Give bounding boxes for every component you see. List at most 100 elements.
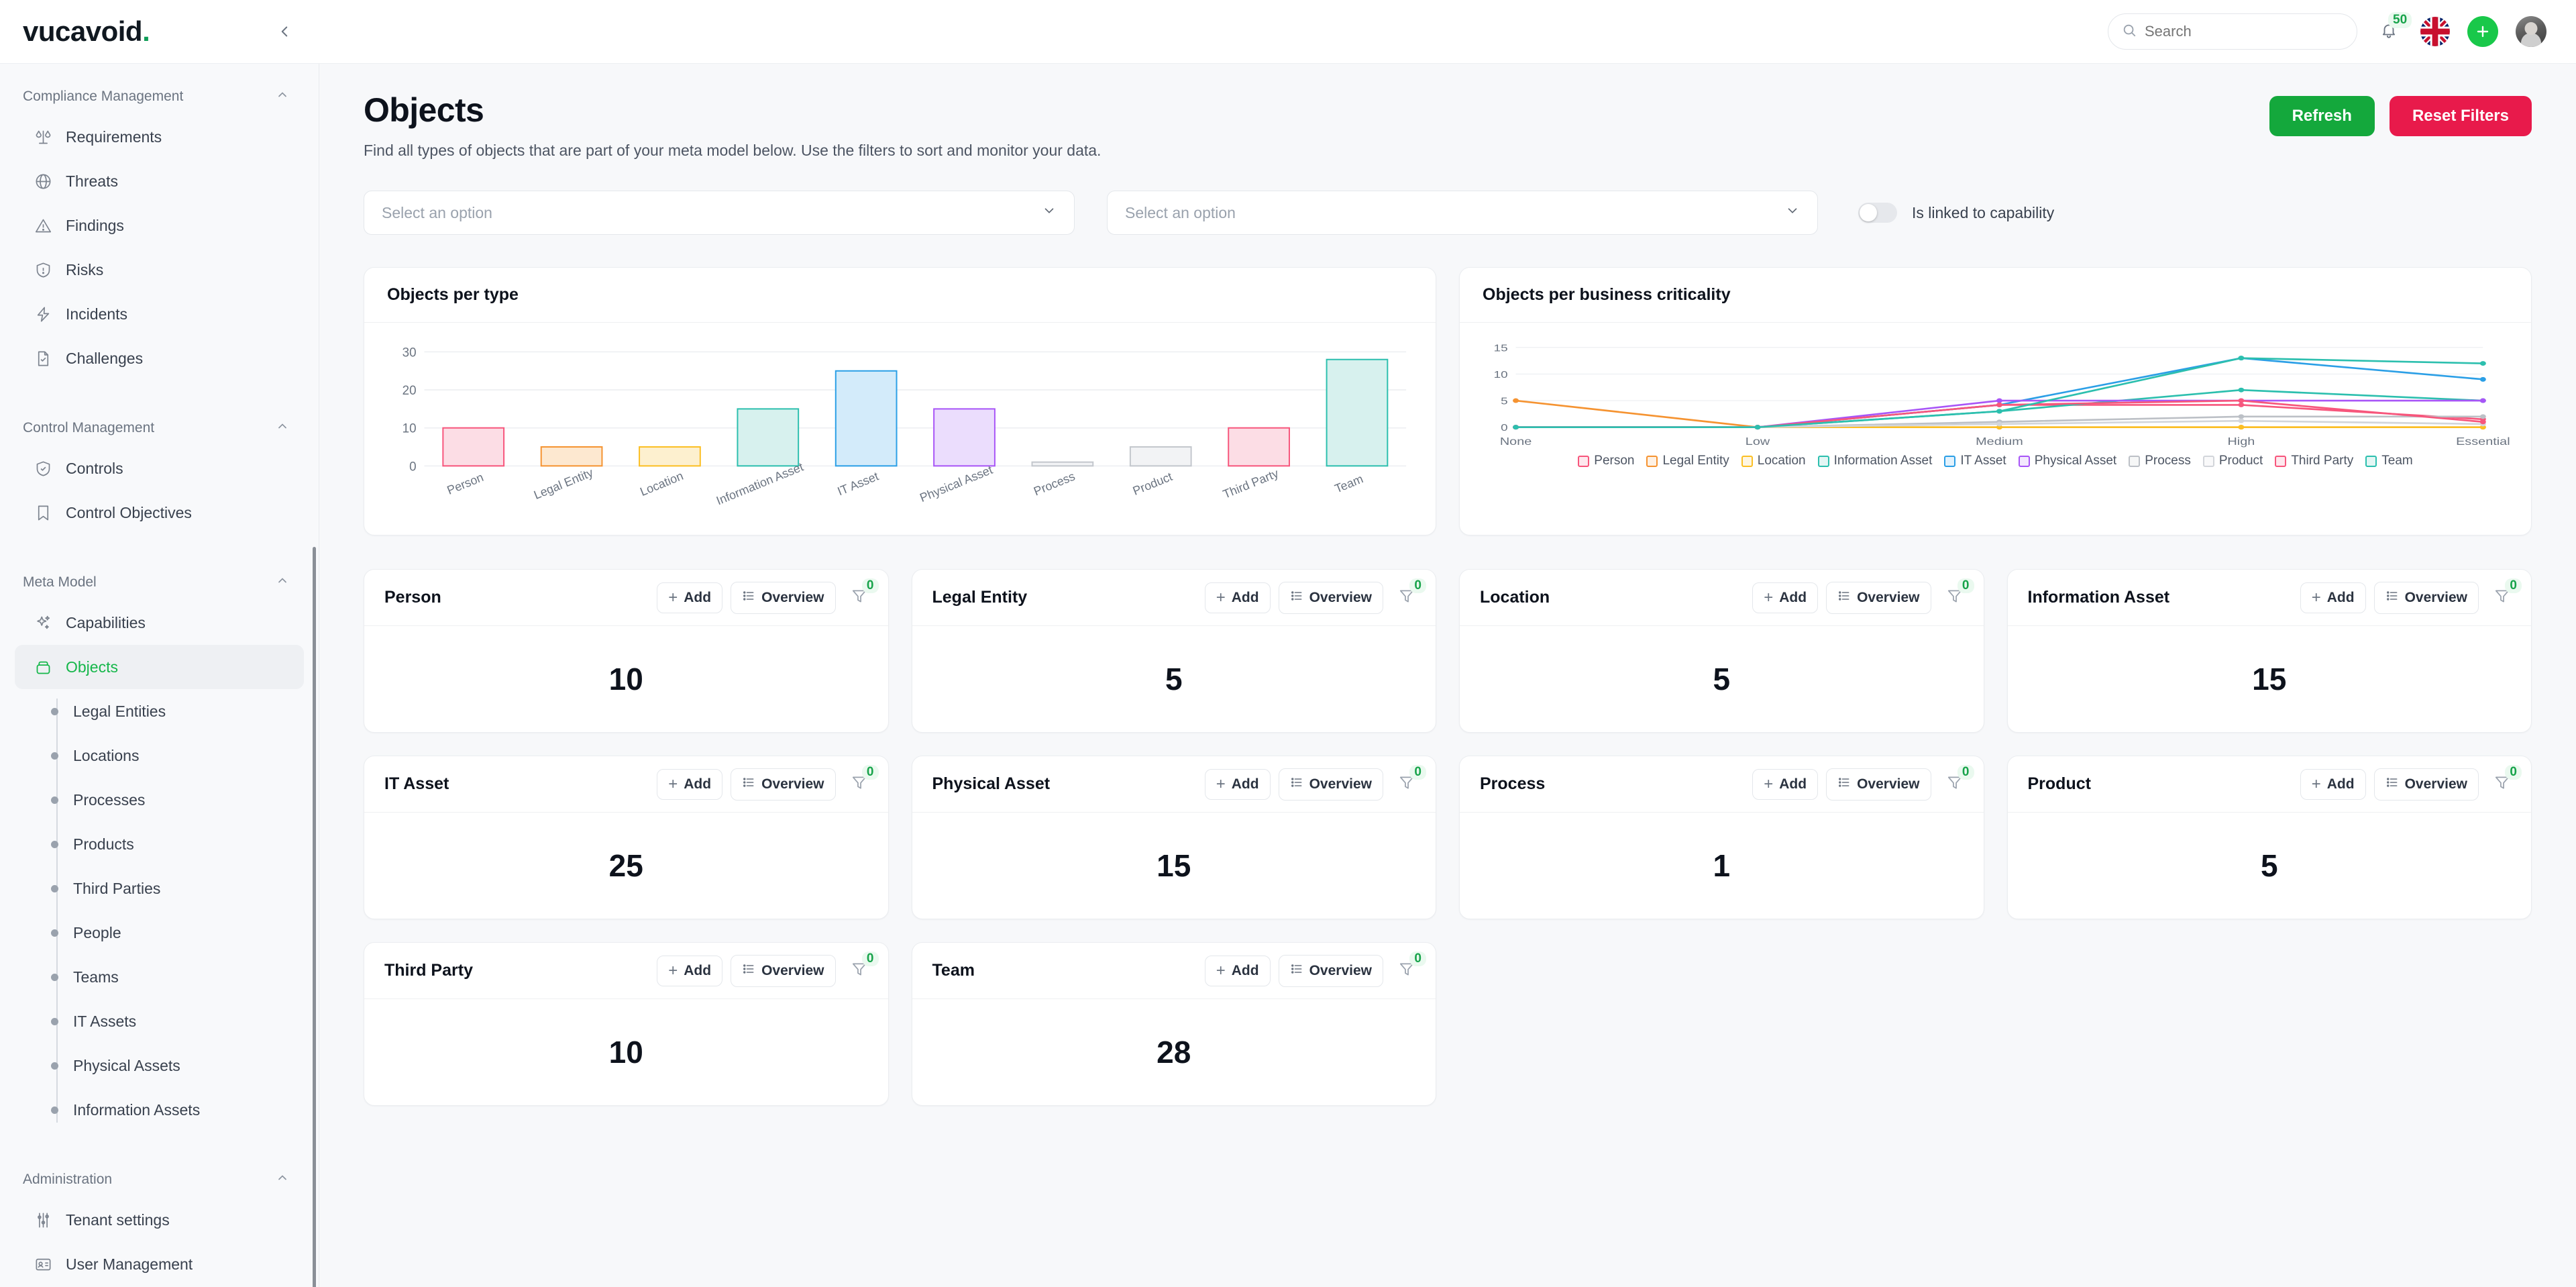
page-title: Objects: [364, 91, 484, 129]
filter-button[interactable]: 0: [1391, 578, 1426, 613]
legend-item[interactable]: IT Asset: [1944, 454, 2006, 468]
filter-select-two[interactable]: Select an option: [1107, 191, 1818, 235]
sidebar-item-processes[interactable]: Processes: [0, 778, 319, 822]
sidebar-item-information-assets[interactable]: Information Assets: [0, 1088, 319, 1132]
search-input[interactable]: [2145, 23, 2343, 40]
create-new-button[interactable]: [2467, 16, 2498, 47]
reset-filters-button[interactable]: Reset Filters: [2389, 96, 2532, 136]
legend-item[interactable]: Third Party: [2275, 454, 2353, 468]
sidebar-scrollbar[interactable]: [313, 547, 316, 1287]
avatar[interactable]: [2516, 16, 2546, 47]
sidebar-item-it-assets[interactable]: IT Assets: [0, 999, 319, 1043]
add-button[interactable]: + Add: [2300, 768, 2366, 800]
plus-icon: +: [2311, 774, 2321, 793]
overview-button[interactable]: Overview: [731, 581, 836, 614]
sidebar-group-compliance-management[interactable]: Compliance Management: [0, 79, 319, 115]
filter-button[interactable]: 0: [2487, 578, 2522, 613]
id-card-icon: [34, 1255, 52, 1274]
filter-button[interactable]: 0: [844, 578, 879, 613]
filter-button[interactable]: 0: [1939, 578, 1974, 613]
sidebar-item-objects[interactable]: Objects: [15, 645, 304, 689]
sidebar-item-threats[interactable]: Threats: [15, 159, 304, 203]
overview-button[interactable]: Overview: [731, 954, 836, 987]
refresh-button[interactable]: Refresh: [2269, 96, 2375, 136]
legend-item[interactable]: Person: [1578, 454, 1634, 468]
list-icon: [742, 776, 755, 793]
overview-button[interactable]: Overview: [1278, 581, 1383, 614]
sidebar-subitem-label: Locations: [73, 746, 140, 764]
sidebar-item-label: Capabilities: [66, 613, 146, 631]
sidebar-item-findings[interactable]: Findings: [15, 203, 304, 248]
filter-button[interactable]: 0: [1391, 951, 1426, 986]
legend-item[interactable]: Team: [2365, 454, 2413, 468]
filter-button[interactable]: 0: [844, 951, 879, 986]
sidebar-item-label: Findings: [66, 216, 124, 234]
add-button[interactable]: + Add: [1752, 768, 1819, 800]
legend-item[interactable]: Product: [2202, 454, 2263, 468]
sidebar-item-tenant-settings[interactable]: Tenant settings: [15, 1198, 304, 1242]
overview-button[interactable]: Overview: [1278, 954, 1383, 987]
sidebar-item-teams[interactable]: Teams: [0, 955, 319, 999]
bullet-icon: [51, 1017, 58, 1025]
sidebar-item-challenges[interactable]: Challenges: [15, 336, 304, 380]
add-button[interactable]: + Add: [657, 768, 723, 800]
sidebar-item-risks[interactable]: Risks: [15, 248, 304, 292]
add-button[interactable]: + Add: [657, 582, 723, 613]
app-logo[interactable]: vucavoid.: [23, 15, 150, 48]
sidebar-item-third-parties[interactable]: Third Parties: [0, 866, 319, 911]
sidebar-item-capabilities[interactable]: Capabilities: [15, 601, 304, 645]
filter-button[interactable]: 0: [1391, 764, 1426, 800]
overview-button-label: Overview: [1857, 589, 1920, 605]
legend-item[interactable]: Information Asset: [1817, 454, 1932, 468]
uk-flag-icon[interactable]: [2420, 17, 2450, 46]
overview-button[interactable]: Overview: [1826, 768, 1931, 801]
chevron-down-icon: [1785, 203, 1800, 222]
add-button[interactable]: + Add: [1204, 582, 1271, 613]
add-button[interactable]: + Add: [2300, 582, 2366, 613]
sidebar-item-legal-entities[interactable]: Legal Entities: [0, 689, 319, 733]
is-linked-to-capability-toggle[interactable]: [1858, 203, 1897, 223]
svg-text:Medium: Medium: [1976, 435, 2023, 447]
sidebar-item-locations[interactable]: Locations: [0, 733, 319, 778]
sidebar-item-physical-assets[interactable]: Physical Assets: [0, 1043, 319, 1088]
overview-button[interactable]: Overview: [1278, 768, 1383, 801]
sidebar-item-people[interactable]: People: [0, 911, 319, 955]
sidebar-subitem-label: Teams: [73, 968, 119, 986]
sidebar-group-administration[interactable]: Administration: [0, 1162, 319, 1198]
add-button[interactable]: + Add: [1752, 582, 1819, 613]
sidebar-item-requirements[interactable]: Requirements: [15, 115, 304, 159]
sidebar-item-control-objectives[interactable]: Control Objectives: [15, 491, 304, 535]
filter-select-one[interactable]: Select an option: [364, 191, 1075, 235]
legend-item[interactable]: Process: [2129, 454, 2191, 468]
object-card-value: 25: [608, 848, 643, 883]
svg-text:Essential: Essential: [2456, 435, 2510, 447]
sidebar-item-user-management[interactable]: User Management: [15, 1242, 304, 1286]
legend-label: Team: [2381, 454, 2413, 468]
overview-button[interactable]: Overview: [2373, 768, 2479, 801]
topbar-actions: 50: [2108, 12, 2576, 50]
search-input-wrapper[interactable]: [2108, 13, 2357, 50]
sidebar-group-meta-model[interactable]: Meta Model: [0, 564, 319, 601]
legend-item[interactable]: Legal Entity: [1646, 454, 1729, 468]
svg-text:5: 5: [1501, 395, 1507, 407]
overview-button[interactable]: Overview: [2373, 581, 2479, 614]
legend-item[interactable]: Location: [1741, 454, 1806, 468]
filter-button[interactable]: 0: [1939, 764, 1974, 800]
overview-button[interactable]: Overview: [1826, 581, 1931, 614]
add-button[interactable]: + Add: [1204, 768, 1271, 800]
filter-button[interactable]: 0: [844, 764, 879, 800]
sidebar-item-label: Risks: [66, 260, 104, 278]
chevron-left-icon[interactable]: [270, 17, 299, 46]
notifications-button[interactable]: 50: [2375, 12, 2412, 47]
sidebar-item-controls[interactable]: Controls: [15, 446, 304, 491]
filter-button[interactable]: 0: [2487, 764, 2522, 800]
add-button[interactable]: + Add: [1204, 955, 1271, 986]
add-button[interactable]: + Add: [657, 955, 723, 986]
overview-button[interactable]: Overview: [731, 768, 836, 801]
legend-item[interactable]: Physical Asset: [2018, 454, 2116, 468]
sidebar-group-control-management[interactable]: Control Management: [0, 410, 319, 446]
sidebar-item-incidents[interactable]: Incidents: [15, 292, 304, 336]
chart-title-bar: Objects per type: [364, 268, 1436, 323]
sidebar-item-products[interactable]: Products: [0, 822, 319, 866]
shield-alert-icon: [34, 260, 52, 279]
